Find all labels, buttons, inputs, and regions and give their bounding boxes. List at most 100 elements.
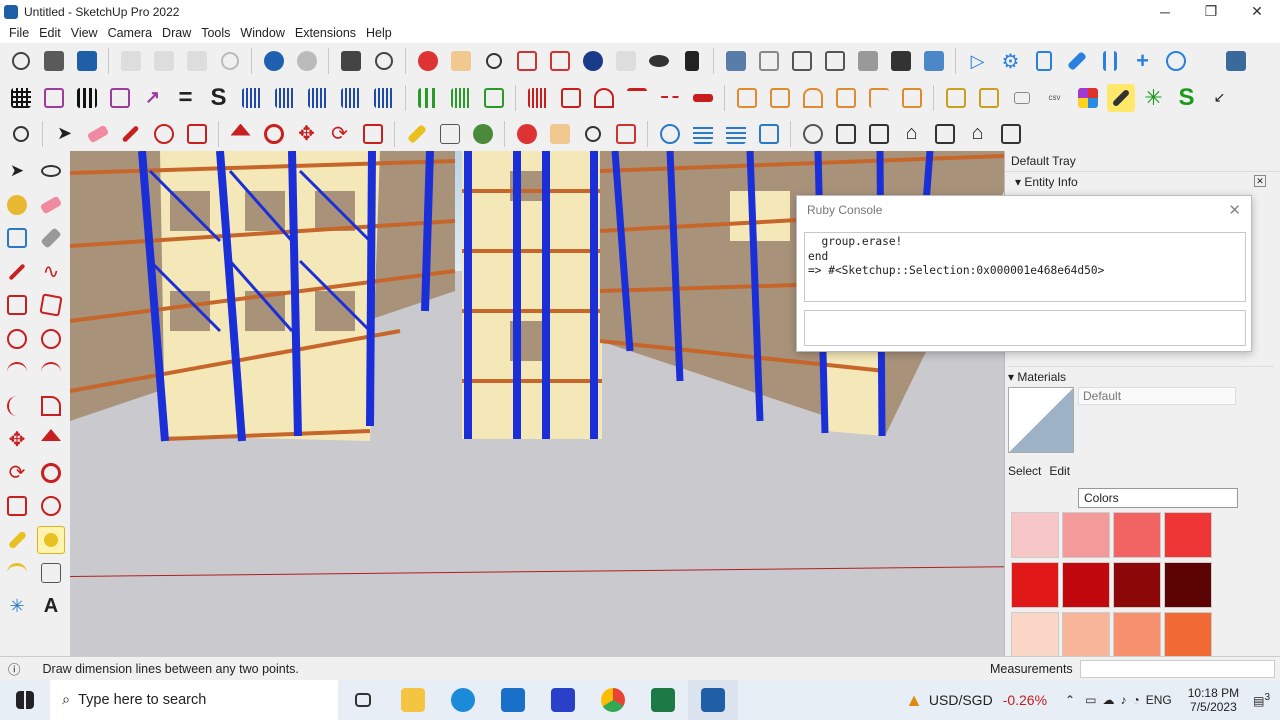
- pan-icon[interactable]: [447, 47, 475, 75]
- component-icon[interactable]: [3, 224, 31, 252]
- 3d-text-icon[interactable]: A: [37, 593, 65, 621]
- collection-dropdown[interactable]: Colors: [1078, 488, 1238, 508]
- back-view-icon[interactable]: [854, 47, 882, 75]
- close-button[interactable]: ✕: [1234, 0, 1280, 23]
- house-3d-icon[interactable]: [832, 120, 860, 148]
- right-view-icon[interactable]: [821, 47, 849, 75]
- arrow-down-left-icon[interactable]: ↙: [1206, 84, 1234, 112]
- red-ramp-icon[interactable]: [623, 84, 651, 112]
- equals-icon[interactable]: =: [172, 84, 200, 112]
- file-explorer-icon[interactable]: [388, 680, 438, 720]
- wifi-icon[interactable]: ◔: [1132, 693, 1139, 707]
- csv-icon[interactable]: csv: [1041, 84, 1069, 112]
- gear-icon[interactable]: ⚙: [997, 47, 1025, 75]
- walk-icon[interactable]: [678, 47, 706, 75]
- warehouse-icon[interactable]: [656, 120, 684, 148]
- notifications-icon[interactable]: ▤3: [1253, 692, 1270, 708]
- power-automate-icon[interactable]: [538, 680, 588, 720]
- grid-icon[interactable]: [7, 84, 35, 112]
- eyedropper-highlight-icon[interactable]: [1106, 83, 1135, 112]
- orange-arch-icon[interactable]: [799, 84, 827, 112]
- color-grid-icon[interactable]: [1074, 84, 1102, 112]
- three-point-arc-icon[interactable]: [3, 392, 31, 420]
- scale-tool-icon[interactable]: [3, 492, 31, 520]
- mail-icon[interactable]: [488, 680, 538, 720]
- circle-icon[interactable]: [3, 325, 31, 353]
- rotate-icon[interactable]: ⟳: [326, 120, 354, 148]
- edge-icon[interactable]: [438, 680, 488, 720]
- shape-icon[interactable]: [150, 120, 178, 148]
- zoom-extents-icon[interactable]: [546, 47, 574, 75]
- paste-icon[interactable]: [183, 47, 211, 75]
- look-around-icon[interactable]: [645, 47, 673, 75]
- menu-help[interactable]: Help: [361, 26, 397, 40]
- chevron-up-icon[interactable]: ⌃: [1065, 693, 1075, 707]
- language-indicator[interactable]: ENG: [1146, 693, 1172, 707]
- stair-icon[interactable]: [238, 84, 266, 112]
- excel-icon[interactable]: [638, 680, 688, 720]
- tape-tool-icon[interactable]: [3, 526, 31, 554]
- orange-fence-icon[interactable]: [832, 84, 860, 112]
- home-icon[interactable]: ⌂: [898, 120, 926, 148]
- follow-me-icon[interactable]: [260, 120, 288, 148]
- move-icon[interactable]: ✥: [293, 120, 321, 148]
- orbit-icon[interactable]: [414, 47, 442, 75]
- maximize-button[interactable]: ❐: [1188, 0, 1234, 23]
- polygon-icon[interactable]: [37, 325, 65, 353]
- pencil-line-icon[interactable]: [117, 120, 145, 148]
- orange-stair-icon[interactable]: [865, 84, 893, 112]
- select-tool-icon[interactable]: ➤: [3, 157, 31, 185]
- color-swatch[interactable]: [1164, 512, 1212, 558]
- start-icon[interactable]: [0, 680, 50, 720]
- link-icon[interactable]: [1162, 47, 1190, 75]
- joist-icon[interactable]: [370, 84, 398, 112]
- speaker-icon[interactable]: ♪: [1120, 693, 1126, 707]
- extension-manager-icon[interactable]: [1222, 47, 1250, 75]
- shelf-icon[interactable]: [942, 84, 970, 112]
- open-icon[interactable]: [40, 47, 68, 75]
- zoom-extents-small-icon[interactable]: [612, 120, 640, 148]
- protractor-icon[interactable]: [3, 559, 31, 587]
- upload-icon[interactable]: [722, 120, 750, 148]
- push-pull-icon[interactable]: [227, 120, 255, 148]
- print-icon[interactable]: [337, 47, 365, 75]
- share-model-icon[interactable]: [689, 120, 717, 148]
- menu-view[interactable]: View: [66, 26, 103, 40]
- entity-info-panel-header[interactable]: ▾ Entity Info ✕: [1005, 171, 1280, 191]
- text-label-icon[interactable]: [436, 120, 464, 148]
- select-arrow-icon[interactable]: ➤: [51, 120, 79, 148]
- chrome-icon[interactable]: [588, 680, 638, 720]
- menu-edit[interactable]: Edit: [34, 26, 66, 40]
- extension-warehouse-icon[interactable]: [755, 120, 783, 148]
- cloud-icon[interactable]: ☁: [1102, 693, 1114, 707]
- menu-extensions[interactable]: Extensions: [290, 26, 361, 40]
- sketchup-taskbar-icon[interactable]: [688, 680, 738, 720]
- text-tool-icon[interactable]: [1008, 84, 1036, 112]
- search-box[interactable]: ⌕ Type here to search: [50, 680, 338, 720]
- paint-tool-icon[interactable]: [3, 191, 31, 219]
- green-frame-icon[interactable]: [414, 84, 442, 112]
- truss-icon[interactable]: [304, 84, 332, 112]
- green-s-curve-icon[interactable]: S: [1173, 84, 1201, 112]
- orange-box-icon[interactable]: [733, 84, 761, 112]
- task-view-icon[interactable]: [338, 680, 388, 720]
- green-grid-icon[interactable]: [480, 84, 508, 112]
- house-outline-icon[interactable]: ⌂: [964, 120, 992, 148]
- account-icon[interactable]: [799, 120, 827, 148]
- section-icon[interactable]: [865, 120, 893, 148]
- pie-icon[interactable]: [37, 392, 65, 420]
- redo-icon[interactable]: [293, 47, 321, 75]
- freehand-icon[interactable]: ∿: [37, 258, 65, 286]
- color-swatch[interactable]: [1062, 512, 1110, 558]
- minimize-button[interactable]: ─: [1142, 0, 1188, 23]
- left-view-icon[interactable]: [887, 47, 915, 75]
- color-swatch[interactable]: [1164, 612, 1212, 658]
- front-view-icon[interactable]: [788, 47, 816, 75]
- steel-beam-icon[interactable]: [40, 84, 68, 112]
- menu-draw[interactable]: Draw: [157, 26, 196, 40]
- pan-hand-icon[interactable]: [546, 120, 574, 148]
- material-name-field[interactable]: Default: [1078, 387, 1236, 405]
- rotate-tool-icon[interactable]: ⟳: [3, 459, 31, 487]
- tag-icon[interactable]: [37, 224, 65, 252]
- color-swatch[interactable]: [1164, 562, 1212, 608]
